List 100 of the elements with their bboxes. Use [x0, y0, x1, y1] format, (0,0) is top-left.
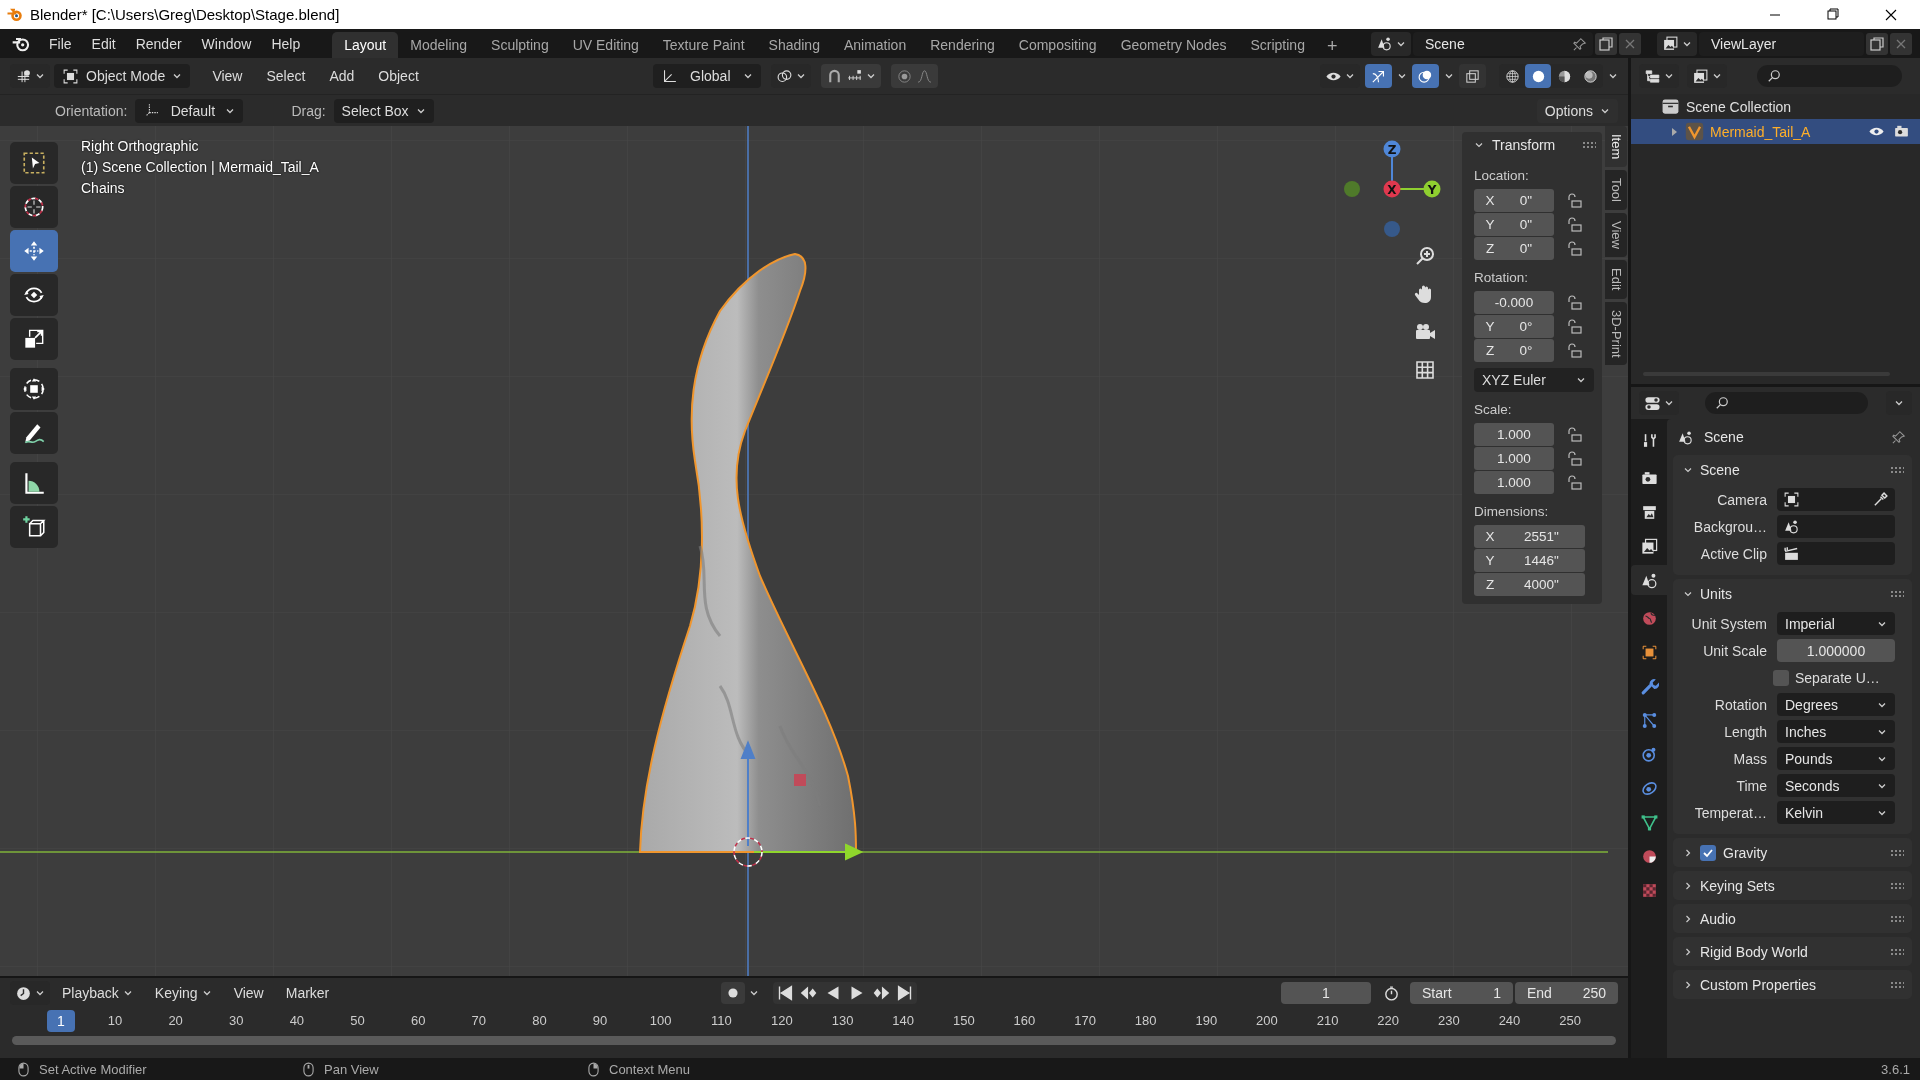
frame-number: 200 — [1256, 1013, 1278, 1028]
menu-item[interactable]: Marker — [275, 981, 340, 1005]
menu-item[interactable]: Help — [261, 31, 311, 56]
menu-item[interactable]: Add — [319, 64, 365, 88]
field-label: Unit Scale — [1702, 642, 1767, 659]
start-frame-field[interactable]: Start 1 — [1410, 982, 1513, 1004]
menu-item[interactable]: Edit — [81, 31, 126, 56]
menu-item[interactable]: Keying — [144, 981, 222, 1005]
orientation-dropdown[interactable]: Global — [652, 64, 761, 88]
window-title: Blender* [C:\Users\Greg\Desktop\Stage.blend] — [30, 6, 340, 23]
workspace-tab[interactable]: UV Editing — [560, 32, 651, 58]
menu-item[interactable]: Render — [125, 31, 192, 56]
workspace-tab[interactable]: Shading — [756, 32, 832, 58]
frame-number: 70 — [471, 1013, 486, 1028]
field-label: Rotation — [1713, 696, 1767, 713]
group-label: Dimensions: — [1474, 504, 1550, 519]
outliner-row[interactable]: Mermaid_Tail_A — [1631, 119, 1920, 144]
sidebar-tab[interactable]: View — [1605, 213, 1627, 258]
rotation-mode-dropdown[interactable]: XYZ Euler — [1474, 368, 1594, 392]
number-field[interactable]: Y 0" — [1474, 213, 1554, 236]
field-label: Camera — [1716, 491, 1767, 508]
dropdown[interactable]: Imperial — [1777, 612, 1895, 635]
sidebar-tab[interactable]: Edit — [1605, 260, 1627, 299]
dropdown[interactable]: Kelvin — [1777, 801, 1895, 824]
mode-dropdown[interactable]: Object Mode — [54, 64, 191, 88]
sidebar-tab[interactable]: Item — [1605, 126, 1627, 168]
sidebar-tab[interactable]: 3D-Print — [1605, 301, 1627, 366]
workspace-tab[interactable]: Modeling — [398, 32, 480, 58]
frame-number: 10 — [107, 1013, 123, 1028]
checkbox-label[interactable]: Separate U… — [1795, 669, 1880, 686]
panel-title[interactable]: Scene — [1700, 461, 1883, 478]
field-label: Time — [1735, 777, 1767, 794]
menu-item[interactable]: Object — [368, 64, 429, 88]
workspace-tab[interactable]: Scripting — [1238, 32, 1317, 58]
number-field[interactable]: X 0" — [1474, 189, 1554, 212]
frame-number: 250 — [1559, 1013, 1581, 1028]
number-field[interactable]: Z 4000" — [1474, 573, 1585, 596]
group-label: Location: — [1474, 168, 1530, 183]
number-field[interactable]: X 2551" — [1474, 525, 1585, 548]
orientation-label: Orientation: — [55, 102, 128, 119]
axis-handle[interactable]: X — [1383, 180, 1401, 198]
version-label: 3.6.1 — [1881, 1061, 1910, 1077]
menu-item[interactable]: Window — [191, 31, 262, 56]
add-workspace-button[interactable]: + — [1316, 34, 1348, 58]
number-field[interactable]: Y 1446" — [1474, 549, 1585, 572]
context-title: Scene — [1704, 429, 1744, 445]
frame-number: 180 — [1134, 1013, 1157, 1028]
number-field[interactable]: Z 0" — [1474, 237, 1554, 260]
end-frame-field[interactable]: End 250 — [1515, 982, 1618, 1004]
menu-item[interactable]: Playback — [52, 981, 143, 1005]
dropdown[interactable]: Degrees — [1777, 693, 1895, 716]
drag-dropdown[interactable]: Select Box — [333, 98, 434, 123]
viewport-info-text: Right Orthographic — [81, 138, 200, 154]
workspace-tab[interactable]: Geometry Nodes — [1108, 32, 1239, 58]
panel-title[interactable]: Custom Properties — [1700, 976, 1883, 993]
current-frame-field[interactable]: 1 — [1281, 982, 1371, 1004]
menu-item[interactable]: View — [223, 981, 274, 1005]
menu-item[interactable]: File — [39, 31, 82, 56]
number-field[interactable]: 1.000 — [1474, 447, 1554, 470]
panel-title[interactable]: Keying Sets — [1700, 877, 1883, 894]
panel-title[interactable]: Units — [1700, 585, 1883, 602]
viewport-info-text: (1) Scene Collection | Mermaid_Tail_A — [81, 159, 319, 175]
sidebar-tab[interactable]: Tool — [1605, 170, 1627, 211]
menu-item[interactable]: Select — [256, 64, 316, 88]
panel-title: Transform — [1492, 137, 1557, 153]
workspace-tab[interactable]: Compositing — [1006, 32, 1109, 58]
status-hint: Set Active Modifier — [39, 1061, 147, 1077]
workspace-tab[interactable]: Texture Paint — [650, 32, 757, 58]
workspace-tab[interactable]: Animation — [831, 32, 919, 58]
dropdown[interactable]: Pounds — [1777, 747, 1895, 770]
frame-number: 90 — [592, 1013, 608, 1028]
collection-label[interactable]: Scene Collection — [1686, 98, 1792, 115]
frame-number: 30 — [229, 1013, 244, 1028]
panel-title[interactable]: Audio — [1700, 910, 1883, 927]
playhead[interactable]: 1 — [47, 1010, 75, 1032]
workspace-tab[interactable]: Layout — [332, 32, 399, 58]
view-layer-field[interactable]: ViewLayer — [1699, 31, 1864, 56]
dropdown[interactable]: Inches — [1777, 720, 1895, 743]
orientation-dropdown[interactable]: Default — [135, 98, 244, 123]
workspace-tab[interactable]: Sculpting — [479, 32, 561, 58]
number-field[interactable]: Y 0° — [1474, 315, 1554, 338]
frame-number: 130 — [831, 1013, 854, 1028]
field-label: Active Clip — [1699, 545, 1767, 562]
panel-title[interactable]: Rigid Body World — [1700, 943, 1883, 960]
number-field[interactable]: 1.000 — [1474, 471, 1554, 494]
frame-number: 60 — [410, 1013, 426, 1028]
options-dropdown[interactable]: Options — [1536, 98, 1618, 123]
scene-field[interactable]: Scene — [1413, 31, 1593, 56]
number-field[interactable]: Z 0° — [1474, 339, 1554, 362]
menu-item[interactable]: View — [202, 64, 253, 88]
number-field[interactable]: 1.000 — [1474, 423, 1554, 446]
frame-number: 110 — [710, 1013, 732, 1028]
workspace-tab[interactable]: Rendering — [918, 32, 1007, 58]
viewport-info-text: Chains — [81, 180, 126, 196]
number-field[interactable]: 1.000000 — [1777, 639, 1895, 662]
frame-number: 140 — [892, 1013, 915, 1028]
number-field[interactable]: -0.000 — [1474, 291, 1554, 314]
panel-title[interactable]: Gravity — [1723, 844, 1883, 861]
dropdown[interactable]: Seconds — [1777, 774, 1895, 797]
status-hint: Context Menu — [609, 1061, 690, 1077]
